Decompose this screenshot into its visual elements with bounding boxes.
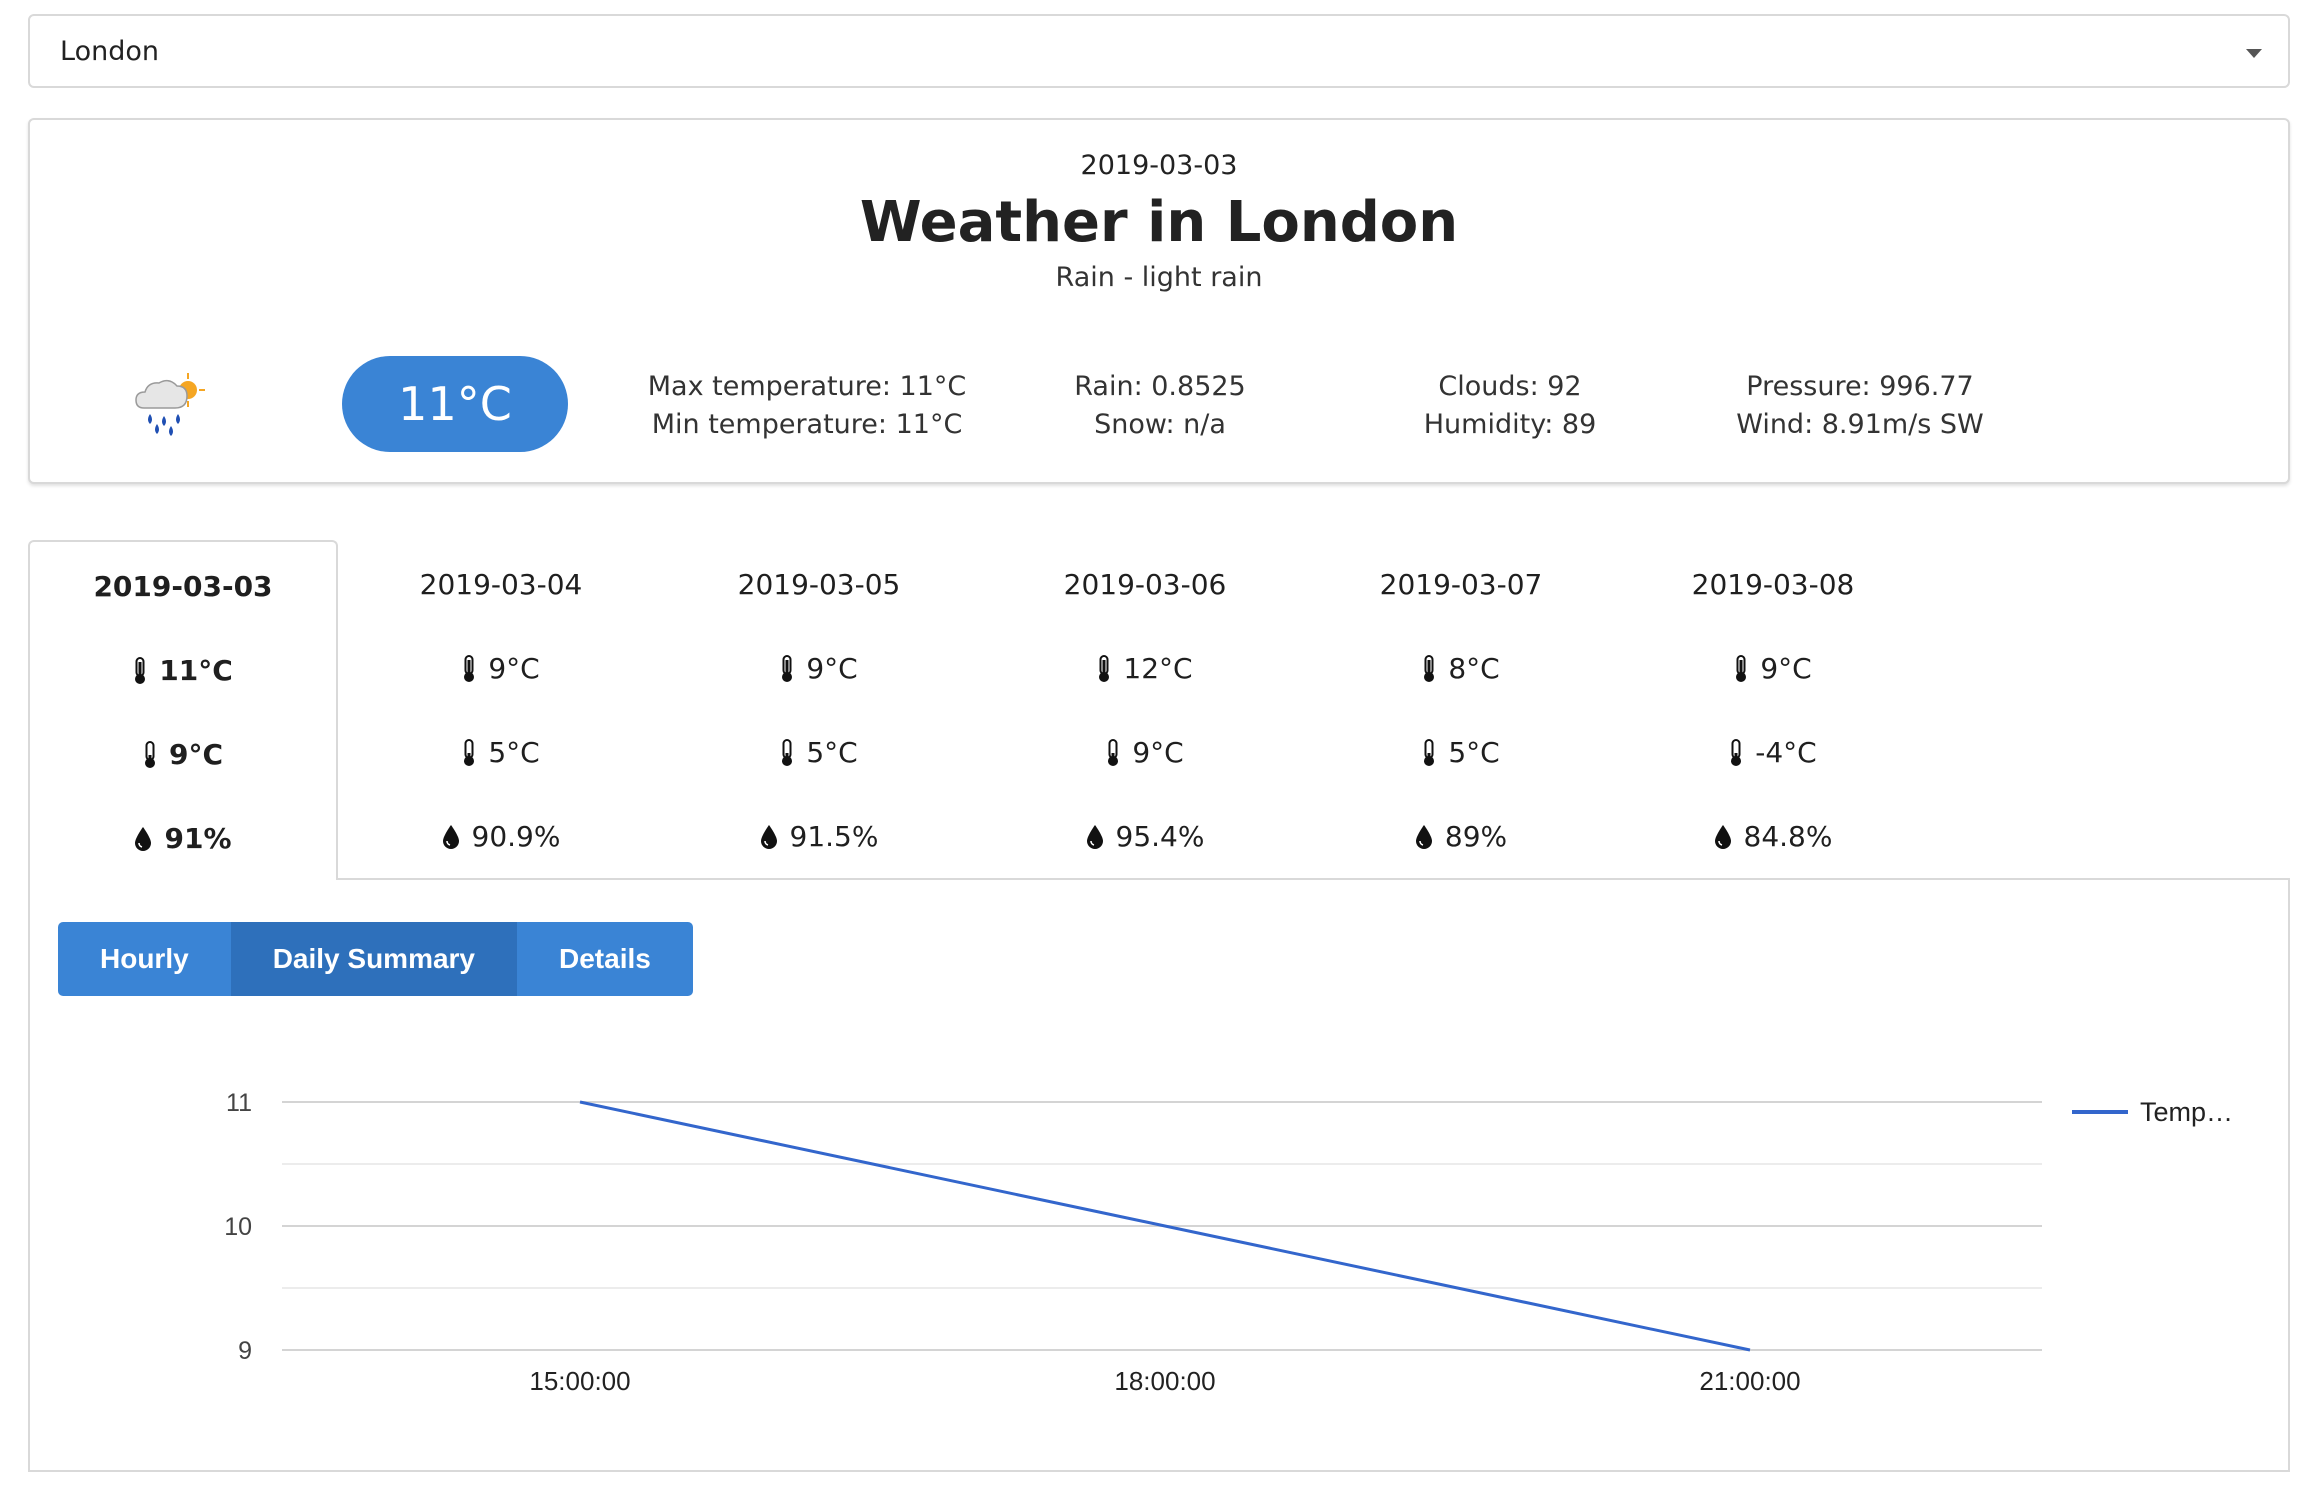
day-tab-date: 2019-03-07 xyxy=(1379,568,1543,601)
day-tab-date: 2019-03-04 xyxy=(419,568,583,601)
thermometer-low-icon xyxy=(1731,738,1742,766)
current-weather-card: 2019-03-03 Weather in London Rain - ligh… xyxy=(28,118,2290,484)
day-tab[interactable]: 2019-03-04 9°C 5°C 90.9% xyxy=(346,540,656,880)
humidity-value: Humidity: 89 xyxy=(1423,409,1597,440)
thermometer-low-icon xyxy=(1108,738,1119,766)
humidity: 91.5% xyxy=(789,820,879,853)
forecast-day-tabs: 2019-03-03 11°C 9°C 91% 2019-03-04 9°C 5… xyxy=(28,540,2290,880)
humidity: 84.8% xyxy=(1743,820,1833,853)
wind-value: Wind: 8.91m/s SW xyxy=(1736,409,1984,440)
rain-value: Rain: 0.8525 xyxy=(1074,371,1246,402)
droplet-icon xyxy=(135,826,152,851)
day-tab[interactable]: 2019-03-03 11°C 9°C 91% xyxy=(28,540,338,880)
day-tab-date: 2019-03-08 xyxy=(1691,568,1855,601)
min-temp: 9°C xyxy=(168,738,224,771)
droplet-icon xyxy=(1415,824,1432,849)
cloud-stats: Clouds: 92 Humidity: 89 xyxy=(1370,368,1650,444)
humidity: 91% xyxy=(164,822,232,855)
thermometer-low-icon xyxy=(1424,738,1435,766)
day-tab-date: 2019-03-05 xyxy=(737,568,901,601)
day-tab[interactable]: 2019-03-08 9°C -4°C 84.8% xyxy=(1618,540,1928,880)
x-tick-label: 18:00:00 xyxy=(1114,1366,1215,1396)
temperature-line-chart: 9 10 11 15:00:00 18:00:00 21:00:00 Temp… xyxy=(224,1089,2233,1396)
precipitation-stats: Rain: 0.8525 Snow: n/a xyxy=(1020,368,1300,444)
min-temperature: Min temperature: 11°C xyxy=(651,409,963,440)
day-tab[interactable]: 2019-03-07 8°C 5°C 89% xyxy=(1306,540,1616,880)
max-temp: 11°C xyxy=(159,654,233,687)
max-temp: 8°C xyxy=(1448,652,1500,685)
hourly-button[interactable]: Hourly xyxy=(58,922,231,996)
thermometer-full-icon xyxy=(464,654,475,682)
min-temp: 5°C xyxy=(488,736,540,769)
city-select[interactable]: London xyxy=(28,14,2290,88)
humidity: 89% xyxy=(1444,820,1508,853)
snow-value: Snow: n/a xyxy=(1094,409,1226,440)
min-temp: 5°C xyxy=(806,736,858,769)
pressure-value: Pressure: 996.77 xyxy=(1746,371,1974,402)
max-temp: 9°C xyxy=(1760,652,1812,685)
x-tick-label: 15:00:00 xyxy=(529,1366,630,1396)
y-tick-label: 11 xyxy=(226,1089,252,1117)
thermometer-full-icon xyxy=(1099,654,1110,682)
current-temperature-badge: 11°C xyxy=(342,356,568,452)
weather-description: Rain - light rain xyxy=(1055,262,1263,293)
pressure-wind-stats: Pressure: 996.77 Wind: 8.91m/s SW xyxy=(1690,368,2030,444)
day-tab[interactable]: 2019-03-05 9°C 5°C 91.5% xyxy=(664,540,974,880)
city-select-value: London xyxy=(60,36,159,67)
droplet-icon xyxy=(1714,824,1731,849)
clouds-value: Clouds: 92 xyxy=(1438,371,1582,402)
thermometer-low-icon xyxy=(782,738,793,766)
max-temp: 9°C xyxy=(806,652,858,685)
min-temp: 5°C xyxy=(1448,736,1500,769)
rain-cloud-sun-icon xyxy=(135,373,205,436)
x-tick-label: 21:00:00 xyxy=(1699,1366,1800,1396)
temperature-stats: Max temperature: 11°C Min temperature: 1… xyxy=(622,368,992,444)
y-tick-label: 10 xyxy=(224,1213,252,1241)
thermometer-full-icon xyxy=(135,656,146,684)
chevron-down-icon[interactable] xyxy=(2246,49,2262,58)
thermometer-low-icon xyxy=(144,740,155,768)
daily-summary-button[interactable]: Daily Summary xyxy=(230,922,518,996)
humidity: 90.9% xyxy=(471,820,561,853)
thermometer-full-icon xyxy=(1424,654,1435,682)
max-temperature: Max temperature: 11°C xyxy=(647,371,967,402)
max-temp: 12°C xyxy=(1123,652,1193,685)
day-tab-date: 2019-03-03 xyxy=(93,570,273,603)
view-button-group: Hourly Daily Summary Details xyxy=(58,922,693,996)
page-title: Weather in London xyxy=(859,190,1459,255)
thermometer-low-icon xyxy=(464,738,475,766)
thermometer-full-icon xyxy=(1736,654,1747,682)
droplet-icon xyxy=(760,824,777,849)
day-tab-date: 2019-03-06 xyxy=(1063,568,1227,601)
thermometer-full-icon xyxy=(782,654,793,682)
humidity: 95.4% xyxy=(1115,820,1205,853)
current-date: 2019-03-03 xyxy=(1080,150,1238,181)
min-temp: 9°C xyxy=(1132,736,1184,769)
details-button[interactable]: Details xyxy=(517,922,693,996)
droplet-icon xyxy=(1086,824,1103,849)
max-temp: 9°C xyxy=(488,652,540,685)
min-temp: -4°C xyxy=(1755,736,1817,769)
y-tick-label: 9 xyxy=(238,1337,252,1365)
day-tab[interactable]: 2019-03-06 12°C 9°C 95.4% xyxy=(990,540,1300,880)
legend-label: Temp… xyxy=(2140,1097,2233,1127)
active-tab-join xyxy=(30,876,336,880)
droplet-icon xyxy=(442,824,459,849)
